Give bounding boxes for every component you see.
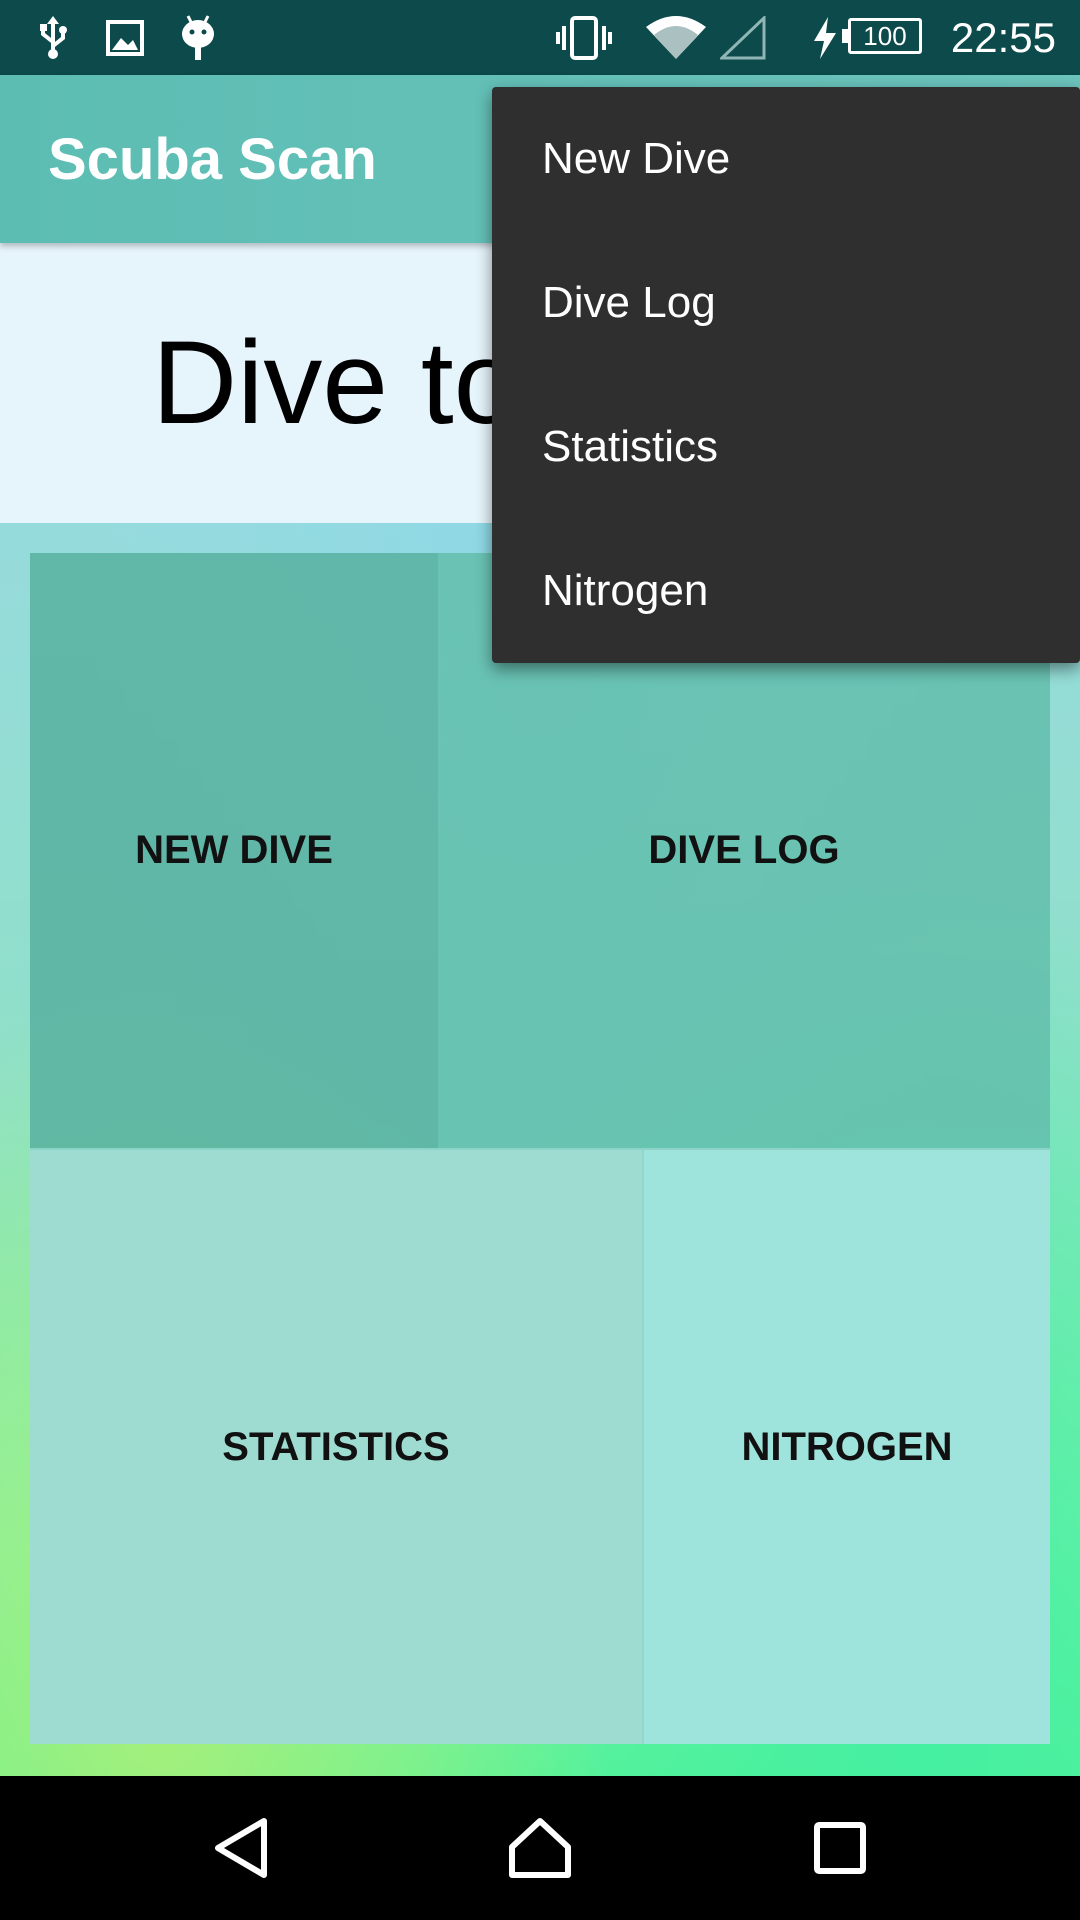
menu-item-dive-log[interactable]: Dive Log <box>492 231 1080 375</box>
navigation-bar <box>0 1776 1080 1920</box>
usb-icon <box>36 0 70 75</box>
charging-icon <box>812 0 838 75</box>
new-dive-tile-label: NEW DIVE <box>135 828 333 872</box>
menu-item-new-dive[interactable]: New Dive <box>492 87 1080 231</box>
status-time: 22:55 <box>950 13 1056 61</box>
wifi-icon <box>646 0 706 75</box>
statistics-tile[interactable]: STATISTICS <box>30 1148 642 1744</box>
new-dive-tile[interactable]: NEW DIVE <box>30 553 438 1148</box>
nitrogen-tile-label: NITROGEN <box>741 1424 953 1469</box>
menu-item-nitrogen[interactable]: Nitrogen <box>492 519 1080 663</box>
vibrate-icon <box>556 0 612 75</box>
overflow-menu: New Dive Dive Log Statistics Nitrogen <box>492 87 1080 663</box>
status-bar: 100 22:55 <box>0 0 1080 75</box>
menu-item-statistics[interactable]: Statistics <box>492 375 1080 519</box>
battery-level: 100 <box>863 20 907 51</box>
back-icon[interactable] <box>182 1776 302 1920</box>
home-icon[interactable] <box>480 1776 600 1920</box>
nitrogen-tile[interactable]: NITROGEN <box>642 1148 1050 1744</box>
recents-icon[interactable] <box>780 1776 900 1920</box>
statistics-tile-label: STATISTICS <box>222 1424 450 1469</box>
app-title: Scuba Scan <box>48 126 377 192</box>
welcome-text: Dive to <box>152 317 520 449</box>
android-icon <box>178 0 218 75</box>
signal-icon <box>720 0 766 75</box>
battery-icon: 100 <box>842 18 922 54</box>
dive-log-tile-label: DIVE LOG <box>648 828 840 872</box>
image-icon <box>106 0 144 75</box>
